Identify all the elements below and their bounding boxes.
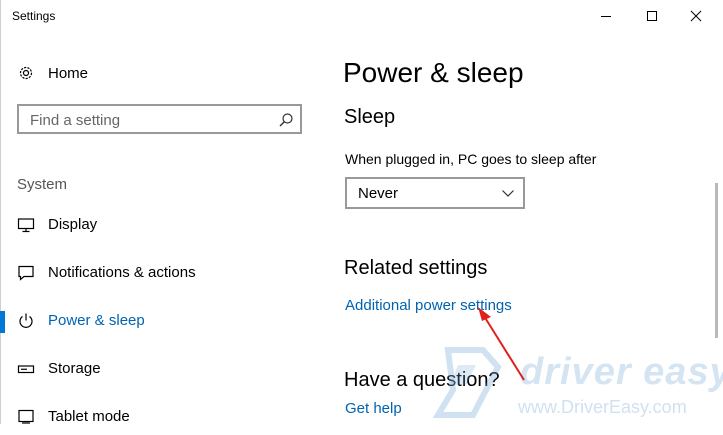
settings-window: Settings Home Find a setting System Disp…	[0, 0, 723, 425]
annotation-arrow-icon	[478, 307, 525, 381]
